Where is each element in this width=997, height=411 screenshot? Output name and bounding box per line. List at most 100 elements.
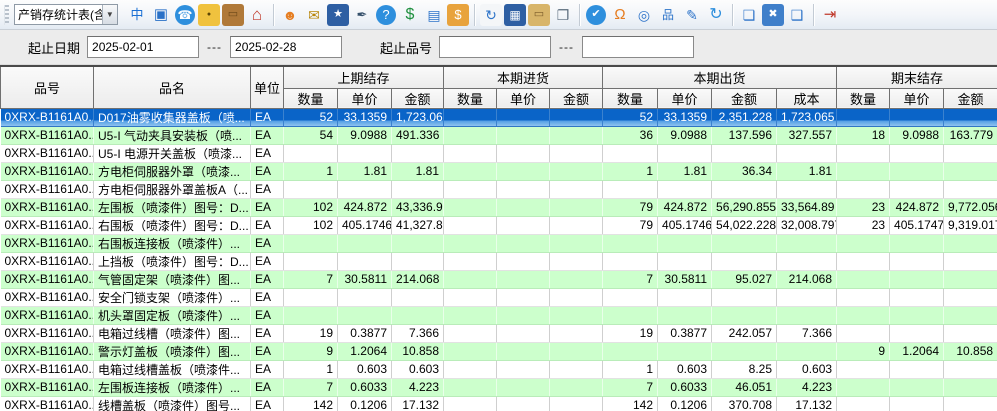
cell-out-cost[interactable]: 1,723.065 xyxy=(777,108,837,126)
cell-out-price[interactable]: 33.1359 xyxy=(658,108,712,126)
cell-prev-amount[interactable] xyxy=(392,144,444,162)
cell-in-qty[interactable] xyxy=(444,108,497,126)
cell-out-cost[interactable] xyxy=(777,234,837,252)
column-header-prev-qty[interactable]: 数量 xyxy=(284,88,338,108)
cell-prev-amount[interactable]: 41,327.814 xyxy=(392,216,444,234)
cell-end-qty[interactable] xyxy=(837,288,890,306)
cell-unit[interactable]: EA xyxy=(251,360,284,378)
window-icon[interactable]: ❏ xyxy=(738,4,760,26)
cell-prev-amount[interactable] xyxy=(392,234,444,252)
cell-unit[interactable]: EA xyxy=(251,234,284,252)
cell-out-amount[interactable]: 36.34 xyxy=(712,162,777,180)
report-type-select[interactable]: 产销存统计表(含 ▼ xyxy=(14,4,118,25)
cell-in-amount[interactable] xyxy=(550,144,603,162)
cell-out-cost[interactable] xyxy=(777,180,837,198)
cell-end-qty[interactable]: 9 xyxy=(837,342,890,360)
cell-end-qty[interactable] xyxy=(837,180,890,198)
cell-in-amount[interactable] xyxy=(550,108,603,126)
cell-in-amount[interactable] xyxy=(550,324,603,342)
cell-end-amount[interactable] xyxy=(944,180,997,198)
cell-in-qty[interactable] xyxy=(444,288,497,306)
cell-in-amount[interactable] xyxy=(550,252,603,270)
cell-in-qty[interactable] xyxy=(444,378,497,396)
cell-in-price[interactable] xyxy=(497,324,550,342)
book-star-icon[interactable]: ★ xyxy=(327,4,349,26)
chevron-down-icon[interactable]: ▼ xyxy=(102,5,117,24)
cell-unit[interactable]: EA xyxy=(251,306,284,324)
cell-in-amount[interactable] xyxy=(550,126,603,144)
cell-in-amount[interactable] xyxy=(550,306,603,324)
cell-out-qty[interactable]: 79 xyxy=(603,216,658,234)
cell-end-price[interactable] xyxy=(890,270,944,288)
cell-prev-price[interactable]: 405.1746 xyxy=(338,216,392,234)
cell-out-qty[interactable]: 1 xyxy=(603,360,658,378)
cell-out-amount[interactable]: 8.25 xyxy=(712,360,777,378)
cell-out-cost[interactable]: 17.132 xyxy=(777,396,837,411)
cell-item-name[interactable]: 机头罩固定板（喷漆件）... xyxy=(94,306,251,324)
cell-end-price[interactable]: 424.872 xyxy=(890,198,944,216)
cell-out-price[interactable] xyxy=(658,306,712,324)
cell-out-amount[interactable] xyxy=(712,234,777,252)
cell-unit[interactable]: EA xyxy=(251,324,284,342)
cell-end-qty[interactable] xyxy=(837,360,890,378)
cell-item-no[interactable]: 0XRX-B1161A0... xyxy=(1,234,94,252)
cell-end-amount[interactable] xyxy=(944,378,997,396)
column-header-in-price[interactable]: 单价 xyxy=(497,88,550,108)
cell-in-amount[interactable] xyxy=(550,288,603,306)
cell-prev-price[interactable] xyxy=(338,288,392,306)
cell-prev-amount[interactable]: 7.366 xyxy=(392,324,444,342)
cell-prev-qty[interactable]: 7 xyxy=(284,270,338,288)
cell-prev-qty[interactable] xyxy=(284,288,338,306)
table-row[interactable]: 0XRX-B1161A0...线槽盖板（喷漆件）图号...EA1420.1206… xyxy=(1,396,997,411)
cell-prev-qty[interactable] xyxy=(284,144,338,162)
cell-out-amount[interactable] xyxy=(712,252,777,270)
mail-icon[interactable]: ✉ xyxy=(303,4,325,26)
cell-unit[interactable]: EA xyxy=(251,270,284,288)
cell-in-qty[interactable] xyxy=(444,324,497,342)
cell-prev-qty[interactable] xyxy=(284,180,338,198)
column-header-in-qty[interactable]: 数量 xyxy=(444,88,497,108)
cell-item-name[interactable]: D017油雾收集器盖板（喷... xyxy=(94,108,251,126)
cell-in-price[interactable] xyxy=(497,288,550,306)
cell-end-price[interactable] xyxy=(890,162,944,180)
cell-in-amount[interactable] xyxy=(550,342,603,360)
cell-in-price[interactable] xyxy=(497,108,550,126)
cell-out-price[interactable] xyxy=(658,342,712,360)
cell-out-qty[interactable] xyxy=(603,342,658,360)
cell-prev-amount[interactable]: 1.81 xyxy=(392,162,444,180)
cell-item-no[interactable]: 0XRX-B1161A0... xyxy=(1,288,94,306)
cell-out-price[interactable] xyxy=(658,144,712,162)
cell-out-cost[interactable] xyxy=(777,288,837,306)
cell-end-qty[interactable] xyxy=(837,378,890,396)
cell-end-amount[interactable]: 9,319.017 xyxy=(944,216,997,234)
cell-unit[interactable]: EA xyxy=(251,378,284,396)
cell-prev-price[interactable] xyxy=(338,234,392,252)
cell-end-qty[interactable] xyxy=(837,306,890,324)
column-header-out-qty[interactable]: 数量 xyxy=(603,88,658,108)
cell-prev-qty[interactable]: 1 xyxy=(284,360,338,378)
cell-unit[interactable]: EA xyxy=(251,108,284,126)
cell-end-amount[interactable] xyxy=(944,108,997,126)
cell-prev-amount[interactable]: 43,336.946 xyxy=(392,198,444,216)
cell-end-amount[interactable]: 9,772.056 xyxy=(944,198,997,216)
cell-item-no[interactable]: 0XRX-B1161A0... xyxy=(1,144,94,162)
cell-out-cost[interactable]: 1.81 xyxy=(777,162,837,180)
date-to-input[interactable] xyxy=(230,36,342,58)
cell-end-qty[interactable] xyxy=(837,144,890,162)
cart-icon[interactable]: ▤ xyxy=(423,4,445,26)
item-from-input[interactable] xyxy=(439,36,551,58)
table-row[interactable]: 0XRX-B1161A0...方电柜伺服器外罩（喷漆...EA11.811.81… xyxy=(1,162,997,180)
cell-out-qty[interactable]: 142 xyxy=(603,396,658,411)
column-header-out-cost[interactable]: 成本 xyxy=(777,88,837,108)
table-row[interactable]: 0XRX-B1161A0...方电柜伺服器外罩盖板A（...EA xyxy=(1,180,997,198)
cell-end-amount[interactable] xyxy=(944,288,997,306)
cell-in-qty[interactable] xyxy=(444,198,497,216)
cell-out-cost[interactable] xyxy=(777,306,837,324)
cell-end-qty[interactable]: 23 xyxy=(837,216,890,234)
cell-in-price[interactable] xyxy=(497,360,550,378)
cell-in-amount[interactable] xyxy=(550,162,603,180)
cell-end-price[interactable]: 405.1747 xyxy=(890,216,944,234)
cell-out-cost[interactable]: 33,564.89 xyxy=(777,198,837,216)
cell-prev-amount[interactable]: 0.603 xyxy=(392,360,444,378)
cell-out-qty[interactable]: 7 xyxy=(603,270,658,288)
